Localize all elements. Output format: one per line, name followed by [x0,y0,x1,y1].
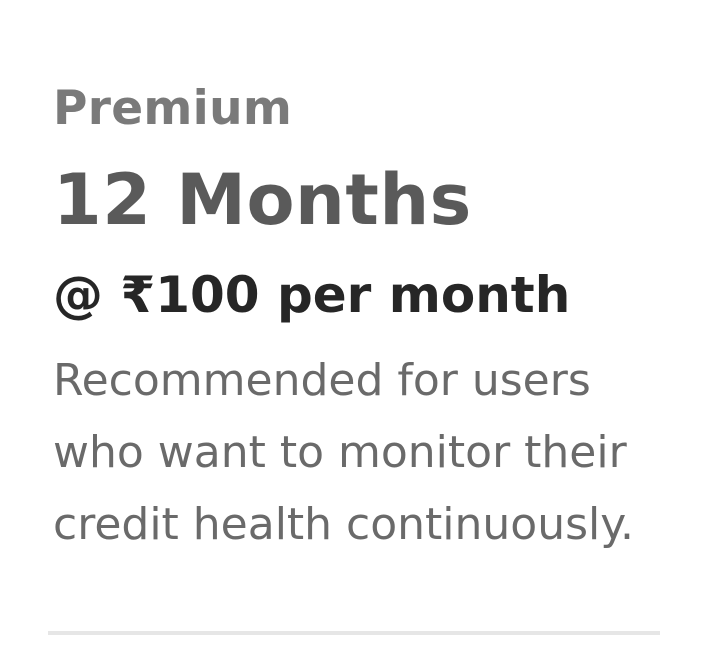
plan-description-text: Recommended for users who want to monito… [53,355,635,550]
plan-tier-label: Premium [53,81,293,136]
plan-card[interactable]: Premium 12 Months @ ₹100 per month Recom… [53,80,673,561]
plan-duration-title: 12 Months [53,159,472,241]
divider [48,631,660,635]
plan-screen: Premium 12 Months @ ₹100 per month Recom… [0,0,708,668]
plan-price-text: @ ₹100 per month [53,266,571,324]
